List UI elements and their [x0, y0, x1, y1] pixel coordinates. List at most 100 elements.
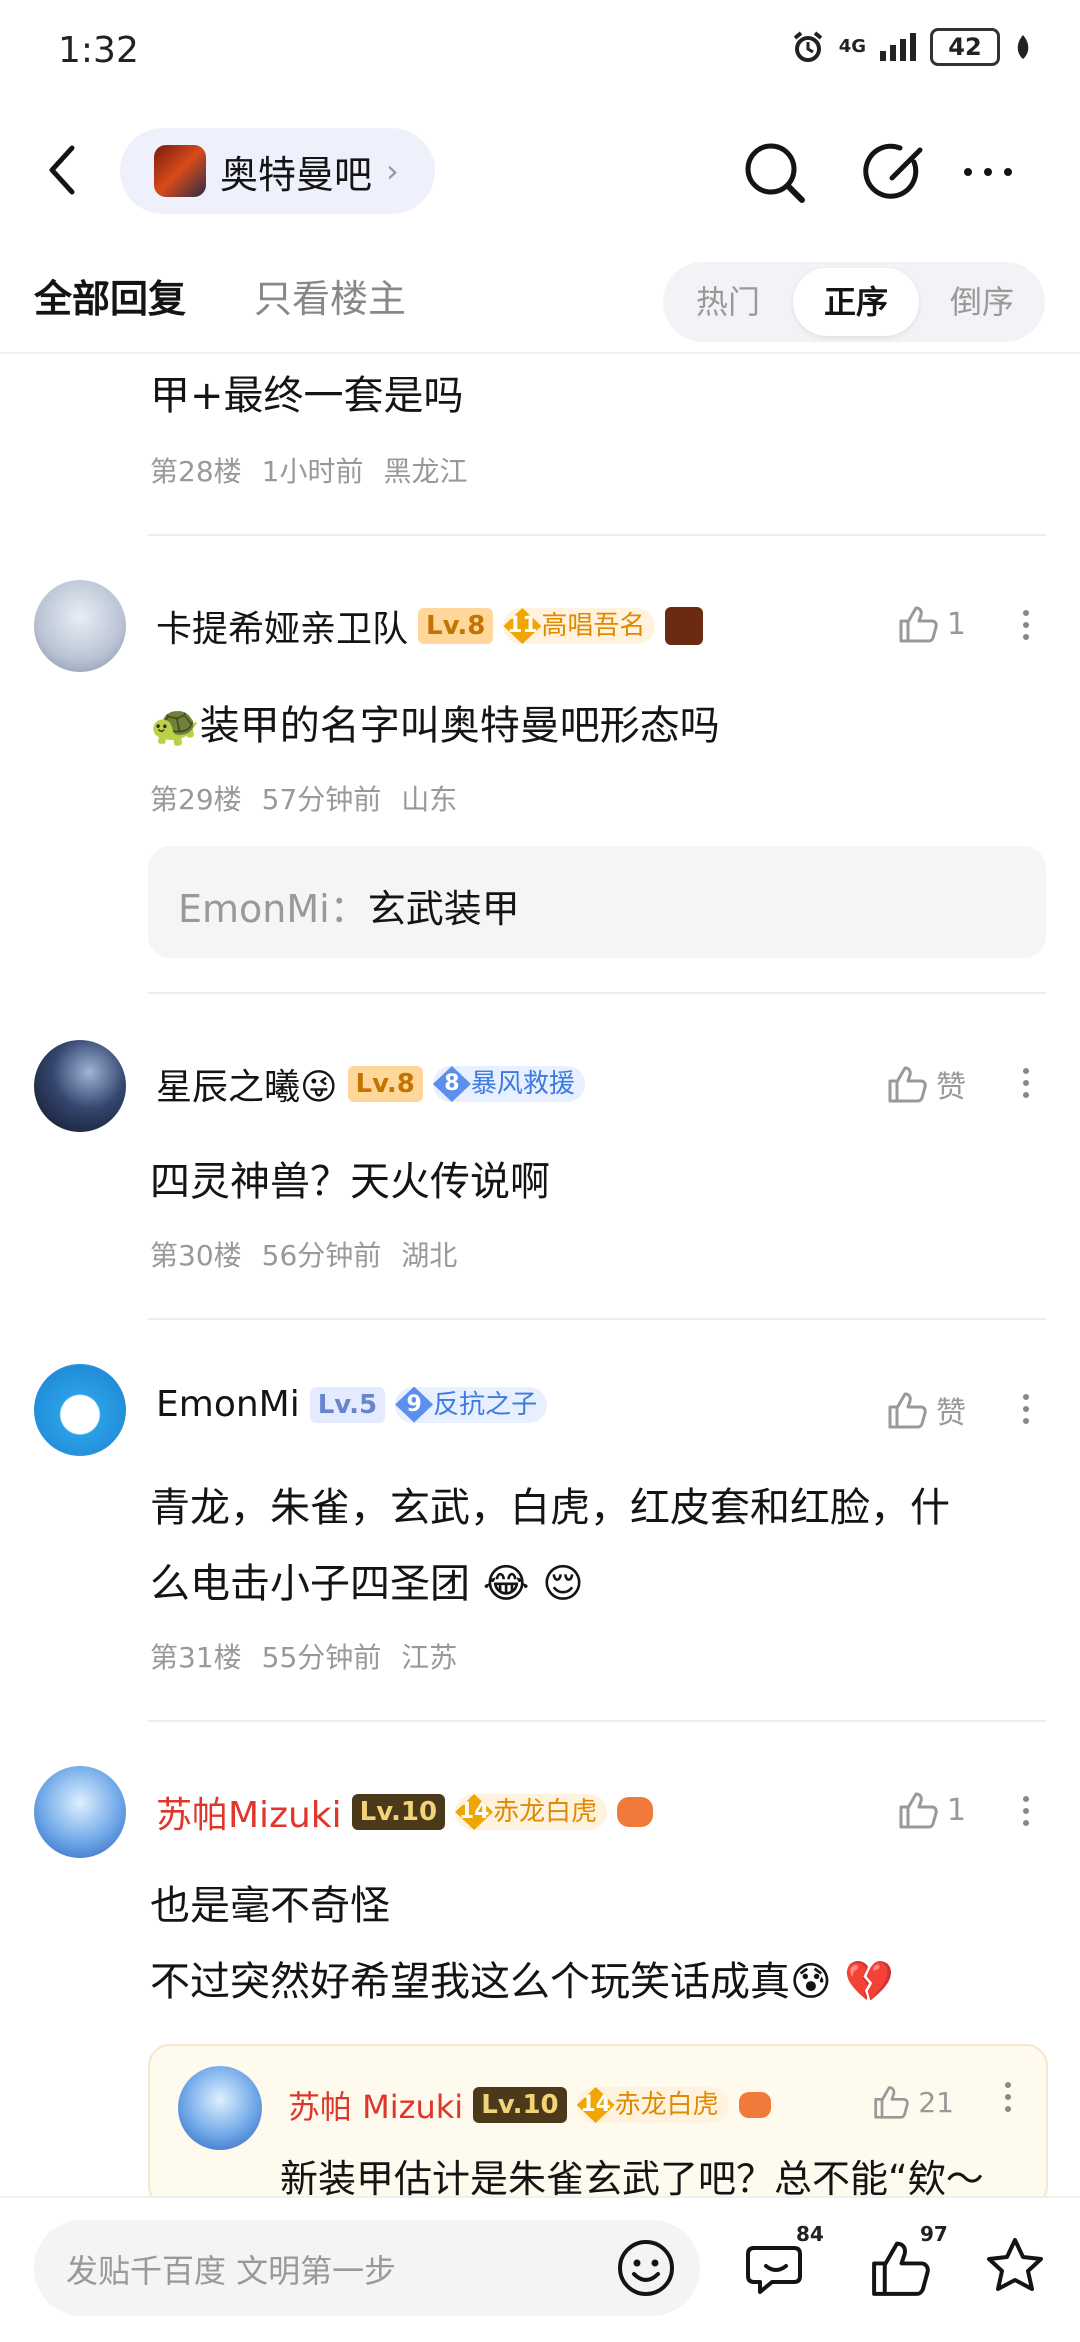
more-icon[interactable]	[1018, 1062, 1034, 1104]
username[interactable]: 苏帕 Mizuki	[288, 2082, 463, 2128]
search-icon[interactable]	[740, 138, 810, 208]
badge-level: 8	[432, 1066, 471, 1102]
user-row: 苏帕 Mizuki Lv.10 14 赤龙白虎	[288, 2082, 771, 2128]
thumb-up-icon	[899, 1792, 938, 1829]
network-type: 4G	[838, 36, 866, 57]
reply-placeholder: 发贴千百度 文明第一步	[66, 2252, 397, 2290]
gamepad-icon	[738, 2092, 771, 2118]
post-location: 湖北	[401, 1239, 458, 1272]
post-meta: 第28楼 1小时前 黑龙江	[150, 450, 467, 490]
divider	[148, 534, 1046, 536]
avatar[interactable]	[34, 1364, 126, 1456]
gamepad-icon	[617, 1797, 654, 1827]
divider	[148, 992, 1046, 994]
post-time: 57分钟前	[261, 783, 382, 816]
like-count: 赞	[936, 1070, 966, 1105]
battery-indicator: 42	[930, 28, 1000, 66]
post-content: 四灵神兽？天火传说啊	[150, 1159, 550, 1205]
thumb-up-icon	[888, 1066, 927, 1103]
leaf-icon	[1017, 35, 1029, 59]
level-badge: Lv.8	[347, 1066, 423, 1102]
post-content: 甲+最终一套是吗	[150, 373, 464, 419]
back-icon[interactable]	[40, 140, 90, 200]
title-badge: 9 反抗之子	[395, 1386, 548, 1423]
sub-reply: EmonMi：玄武装甲	[178, 878, 520, 933]
title-badge: 14 赤龙白虎	[455, 1794, 608, 1830]
thumb-up-icon	[874, 2086, 910, 2119]
more-icon[interactable]	[1000, 2076, 1016, 2118]
post-time: 56分钟前	[261, 1239, 382, 1272]
avatar[interactable]	[178, 2066, 262, 2150]
like-button[interactable]: 赞	[886, 1388, 966, 1432]
floor-number: 第30楼	[150, 1239, 242, 1272]
title-badge: 11 高唱吾名	[503, 608, 656, 644]
floor-number: 第31楼	[150, 1641, 242, 1674]
like-count: 1	[946, 1792, 966, 1828]
badge-title: 赤龙白虎	[614, 2090, 719, 2120]
badge-title: 高唱吾名	[541, 611, 646, 641]
user-row: 星辰之曦😜 Lv.8 8 暴风救援	[156, 1058, 585, 1110]
forum-avatar	[154, 145, 206, 197]
tab-all-replies[interactable]: 全部回复	[34, 268, 186, 323]
sort-hot[interactable]: 热门	[663, 262, 793, 342]
username[interactable]: 卡提希娅亲卫队	[156, 600, 408, 652]
sort-descending[interactable]: 倒序	[919, 262, 1045, 342]
alarm-icon	[793, 31, 822, 62]
divider	[0, 352, 1080, 354]
username[interactable]: 苏帕Mizuki	[156, 1786, 342, 1838]
avatar[interactable]	[34, 1766, 126, 1858]
badge-level: 11	[503, 608, 542, 644]
floor-number: 第28楼	[150, 455, 242, 488]
post-content-line1: 青龙，朱雀，玄武，白虎，红皮套和红脸，什	[150, 1485, 950, 1531]
badge-level: 9	[395, 1386, 434, 1423]
post-meta: 第29楼 57分钟前 山东	[150, 778, 457, 818]
like-button[interactable]: 1	[897, 1790, 966, 1830]
divider	[148, 1318, 1046, 1320]
more-icon[interactable]	[1018, 604, 1034, 646]
thumb-up-icon	[899, 606, 938, 643]
badge-level: 14	[455, 1794, 494, 1830]
forum-chip[interactable]: 奥特曼吧 ›	[120, 128, 435, 214]
edit-icon[interactable]	[862, 138, 932, 208]
user-row: 苏帕Mizuki Lv.10 14 赤龙白虎	[156, 1786, 654, 1838]
more-icon[interactable]	[1018, 1388, 1034, 1430]
user-row: EmonMi Lv.5 9 反抗之子	[156, 1384, 548, 1425]
floor-number: 第29楼	[150, 783, 242, 816]
like-button[interactable]: 赞	[886, 1062, 966, 1106]
username[interactable]: EmonMi	[156, 1384, 300, 1425]
post-location: 黑龙江	[383, 455, 468, 488]
nested-reply-content: 新装甲估计是朱雀玄武了吧？总不能“欸～	[280, 2157, 984, 2201]
comment-count: 84	[796, 2222, 824, 2246]
emoji-icon[interactable]	[616, 2238, 676, 2298]
like-button[interactable]: 1	[897, 604, 966, 644]
user-row: 卡提希娅亲卫队 Lv.8 11 高唱吾名	[156, 600, 704, 652]
like-count: 赞	[936, 1396, 966, 1431]
post-content-line1: 也是毫不奇怪	[150, 1883, 390, 1929]
sub-reply-box[interactable]: EmonMi：玄武装甲	[148, 846, 1046, 958]
post-meta: 第30楼 56分钟前 湖北	[150, 1234, 457, 1274]
level-badge: Lv.8	[418, 608, 494, 644]
more-options-icon[interactable]	[964, 168, 1012, 176]
thumb-up-icon	[888, 1392, 927, 1429]
forum-name: 奥特曼吧	[220, 152, 373, 197]
avatar[interactable]	[34, 1040, 126, 1132]
post-location: 江苏	[401, 1641, 458, 1674]
badge-title: 反抗之子	[433, 1389, 538, 1420]
star-icon[interactable]	[982, 2234, 1048, 2300]
username[interactable]: 星辰之曦😜	[156, 1058, 338, 1110]
like-count: 21	[918, 2085, 954, 2119]
sort-ascending[interactable]: 正序	[793, 268, 919, 336]
chevron-right-icon: ›	[386, 152, 399, 190]
badge-title: 暴风救援	[470, 1069, 575, 1099]
post-content-line2: 不过突然好希望我这么个玩笑话成真😰 💔	[150, 1959, 895, 2005]
more-icon[interactable]	[1018, 1790, 1034, 1832]
like-button[interactable]: 21	[872, 2084, 954, 2120]
title-badge: 14 赤龙白虎	[576, 2087, 729, 2123]
like-total: 97	[920, 2222, 948, 2246]
nested-reply-card[interactable]: 苏帕 Mizuki Lv.10 14 赤龙白虎 21 新装甲估计是朱雀玄武了吧？…	[148, 2044, 1048, 2208]
tab-op-only[interactable]: 只看楼主	[254, 268, 406, 323]
avatar[interactable]	[34, 580, 126, 672]
sort-toggle: 热门 正序 倒序	[663, 262, 1045, 342]
post-time: 1小时前	[261, 455, 364, 488]
post-content: 🐢装甲的名字叫奥特曼吧形态吗	[150, 703, 720, 749]
